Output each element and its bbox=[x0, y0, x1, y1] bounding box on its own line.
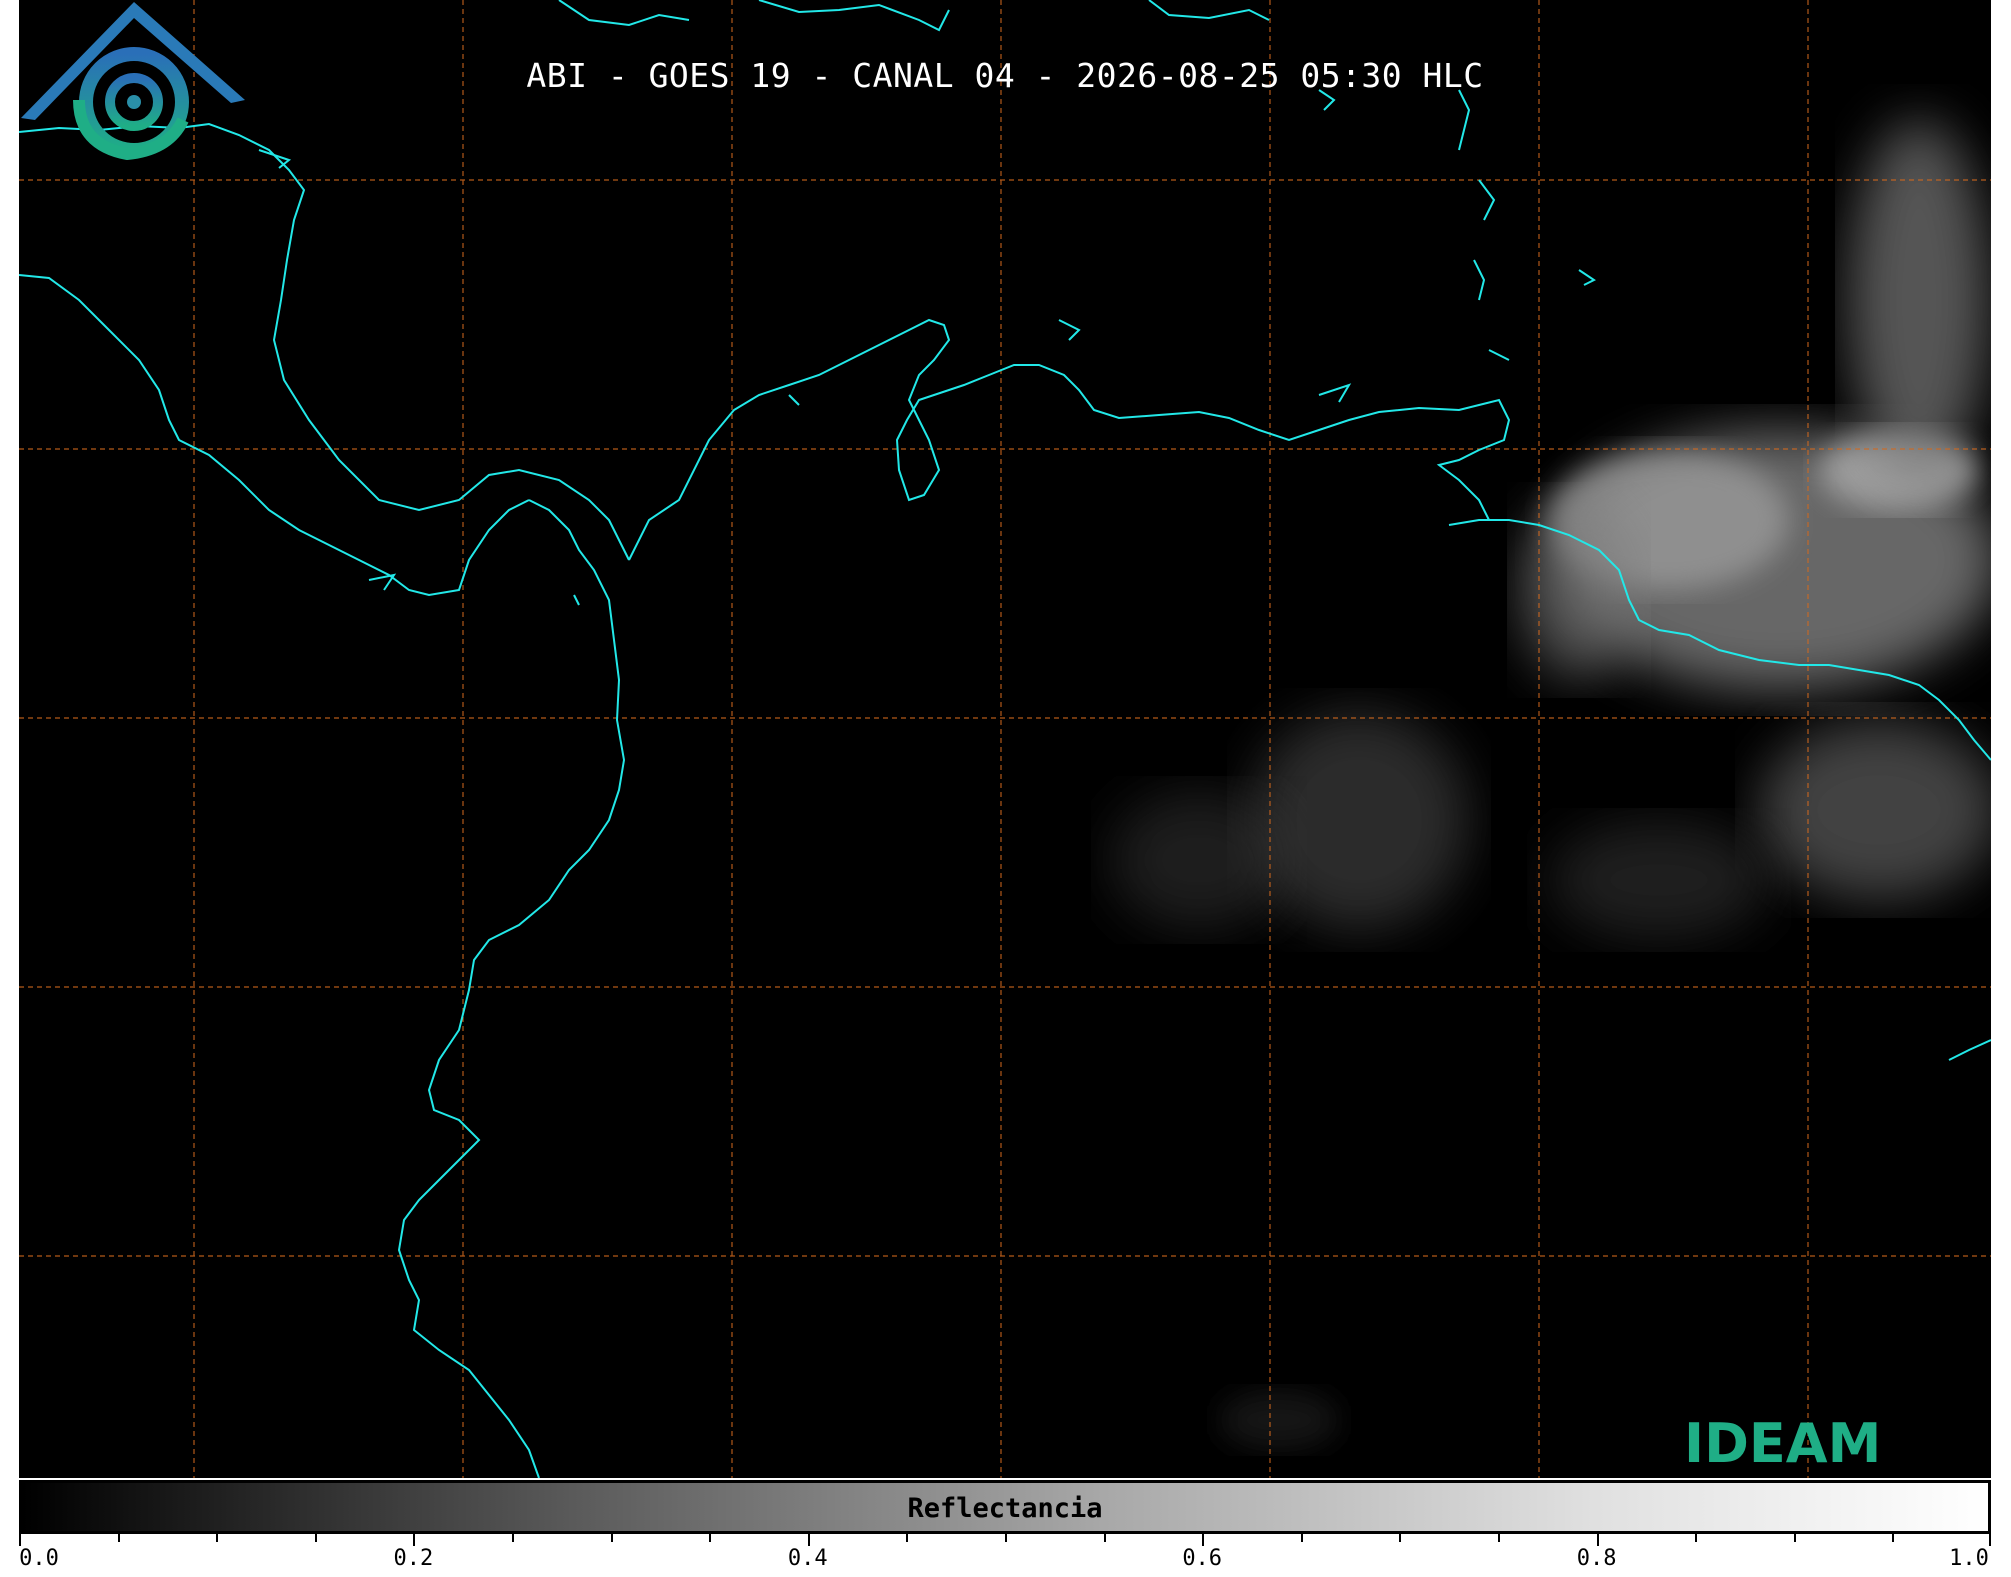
colorbar-tick-mark bbox=[1892, 1534, 1895, 1542]
colorbar-tick-mark bbox=[807, 1534, 810, 1546]
map-layer bbox=[19, 0, 1991, 1478]
colorbar-tick-mark bbox=[1793, 1534, 1796, 1542]
colorbar-tick-mark bbox=[1989, 1534, 1991, 1546]
colorbar-tick-label: 0.4 bbox=[787, 1546, 828, 1571]
map-title: ABI - GOES 19 - CANAL 04 - 2026-08-25 05… bbox=[526, 56, 1484, 95]
colorbar-tick-label: 1.0 bbox=[1949, 1546, 1989, 1571]
colorbar-tick-mark bbox=[1596, 1534, 1599, 1546]
colorbar-tick-mark bbox=[1202, 1534, 1205, 1546]
ideam-logo-icon bbox=[21, 2, 245, 161]
satellite-map: ABI - GOES 19 - CANAL 04 - 2026-08-25 05… bbox=[19, 0, 1991, 1478]
colorbar-tick-mark bbox=[1695, 1534, 1698, 1542]
colorbar-tick-label: 0.2 bbox=[393, 1546, 434, 1571]
colorbar-tick-mark bbox=[413, 1534, 416, 1546]
colorbar-tick-mark bbox=[1498, 1534, 1500, 1542]
colorbar-tick-mark bbox=[1103, 1534, 1106, 1542]
colorbar-label: Reflectancia bbox=[907, 1493, 1103, 1524]
colorbar-tick-label: 0.0 bbox=[19, 1546, 59, 1571]
colorbar-tick-mark bbox=[216, 1534, 219, 1542]
colorbar-tick-mark bbox=[117, 1534, 120, 1542]
colorbar-tick-mark bbox=[19, 1534, 21, 1546]
colorbar-tick-mark bbox=[906, 1534, 909, 1542]
cloud-cover bbox=[1109, 120, 1991, 1450]
logo-text: IDEAM bbox=[1684, 1412, 1882, 1475]
colorbar-tick-label: 0.6 bbox=[1182, 1546, 1223, 1571]
colorbar-tick-label: 0.8 bbox=[1576, 1546, 1617, 1571]
colorbar-tick-mark bbox=[1005, 1534, 1007, 1542]
colorbar-tick-mark bbox=[610, 1534, 613, 1542]
graticule bbox=[19, 0, 1991, 1478]
colorbar-ticks: 0.0 0.2 0.4 0.6 0.8 1.0 bbox=[19, 1534, 1991, 1574]
colorbar-tick-mark bbox=[314, 1534, 317, 1542]
colorbar-tick-mark bbox=[512, 1534, 514, 1542]
colorbar-tick-mark bbox=[709, 1534, 712, 1542]
colorbar-tick-mark bbox=[1399, 1534, 1402, 1542]
colorbar: Reflectancia bbox=[19, 1480, 1991, 1534]
colorbar-tick-mark bbox=[1300, 1534, 1303, 1542]
